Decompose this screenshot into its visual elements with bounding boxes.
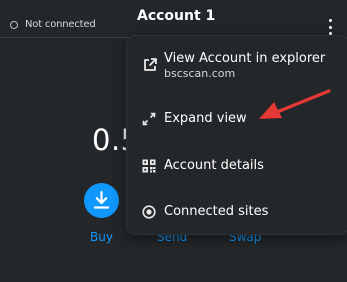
menu-item-label: Expand view	[164, 111, 247, 126]
menu-item-label: Connected sites	[164, 204, 269, 219]
status-dot-icon	[10, 20, 18, 29]
menu-item-connected-sites[interactable]: Connected sites	[127, 198, 347, 234]
external-link-icon	[144, 58, 157, 71]
connection-status-label: Not connected	[25, 19, 96, 30]
expand-icon	[142, 112, 156, 126]
download-arrow-icon	[93, 191, 110, 209]
kebab-menu-icon[interactable]	[326, 19, 334, 35]
menu-item-sublabel: bscscan.com	[164, 67, 236, 80]
menu-item-label: Account details	[164, 158, 264, 173]
red-arrow-icon	[259, 89, 331, 119]
top-bar: Not connected Account 1	[0, 0, 347, 38]
account-options-menu: View Account in explorer bscscan.com Exp…	[127, 36, 347, 234]
connected-sites-icon	[142, 205, 156, 219]
account-name[interactable]: Account 1	[137, 8, 215, 24]
menu-item-view-in-explorer[interactable]: View Account in explorer bscscan.com	[127, 44, 347, 88]
menu-item-label: View Account in explorer	[164, 51, 326, 66]
qr-code-icon	[142, 159, 156, 173]
buy-button[interactable]	[84, 183, 119, 218]
connection-status[interactable]: Not connected	[10, 19, 96, 30]
buy-label[interactable]: Buy	[90, 230, 113, 244]
menu-item-account-details[interactable]: Account details	[127, 150, 347, 186]
